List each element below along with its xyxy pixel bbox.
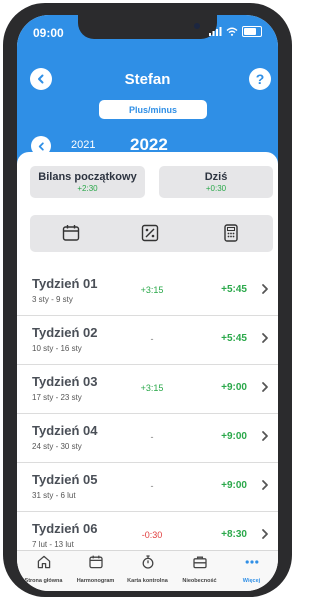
more-icon — [245, 560, 258, 564]
week-dates: 7 lut - 13 lut — [32, 540, 74, 549]
tab-schedule-label: Harmonogram — [76, 578, 115, 584]
tab-timesheet-label: Karta kontrolna — [127, 578, 168, 584]
week-total: +9:00 — [221, 480, 247, 491]
week-dates: 17 sty - 23 sty — [32, 393, 82, 402]
help-label: ? — [255, 71, 265, 87]
week-title: Tydzień 03 — [32, 374, 98, 389]
week-dates: 31 sty - 6 lut — [32, 491, 76, 500]
page-title: Stefan — [124, 71, 171, 88]
week-row[interactable]: Tydzień 06 7 lut - 13 lut -0:30 +8:30 — [17, 511, 278, 550]
today-label: Dziś — [204, 171, 228, 183]
tab-absence-label: Nieobecność — [182, 578, 217, 584]
chevron-right-icon[interactable] — [261, 283, 269, 295]
tab-timesheet[interactable]: Karta kontrolna — [121, 554, 174, 584]
column-icons-bar — [30, 215, 273, 252]
front-camera — [194, 23, 200, 29]
week-title: Tydzień 01 — [32, 276, 98, 291]
help-button[interactable]: ? — [249, 68, 271, 90]
status-time: 09:00 — [33, 26, 64, 40]
tab-more-label: Więcej — [242, 578, 261, 584]
today-card[interactable]: Dziś +0:30 — [159, 166, 273, 198]
tab-more[interactable]: Więcej — [225, 554, 278, 584]
chevron-right-icon[interactable] — [261, 381, 269, 393]
week-row[interactable]: Tydzień 05 31 sty - 6 lut - +9:00 — [17, 462, 278, 512]
week-dates: 3 sty - 9 sty — [32, 295, 73, 304]
percent-icon[interactable] — [140, 223, 160, 243]
tab-home[interactable]: Strona główna — [17, 554, 70, 584]
week-title: Tydzień 02 — [32, 325, 98, 340]
week-title: Tydzień 04 — [32, 423, 98, 438]
stopwatch-icon — [142, 555, 153, 569]
notch — [78, 15, 217, 39]
plus-minus-button[interactable]: Plus/minus — [99, 100, 207, 119]
week-title: Tydzień 05 — [32, 472, 98, 487]
tab-absence[interactable]: Nieobecność — [173, 554, 226, 584]
previous-year-label[interactable]: 2021 — [71, 139, 95, 151]
home-icon — [37, 555, 50, 569]
battery-icon — [242, 26, 262, 37]
opening-balance-value: +2:30 — [77, 184, 98, 193]
status-bar: 09:00 — [17, 15, 278, 45]
week-row[interactable]: Tydzień 01 3 sty - 9 sty +3:15 +5:45 — [17, 266, 278, 316]
opening-balance-card[interactable]: Bilans początkowy +2:30 — [30, 166, 145, 198]
week-dates: 24 sty - 30 sty — [32, 442, 82, 451]
chevron-right-icon[interactable] — [261, 479, 269, 491]
wifi-icon — [226, 27, 238, 36]
opening-balance-label: Bilans początkowy — [38, 171, 137, 183]
week-total: +5:45 — [221, 333, 247, 344]
week-total: +5:45 — [221, 284, 247, 295]
tab-schedule[interactable]: Harmonogram — [69, 554, 122, 584]
calendar-icon — [88, 555, 103, 569]
week-total: +8:30 — [221, 529, 247, 540]
phone-frame: 09:00 Stefan ? Plus/minus 2021 2022 Bila… — [3, 3, 292, 597]
week-dates: 10 sty - 16 sty — [32, 344, 82, 353]
week-row[interactable]: Tydzień 03 17 sty - 23 sty +3:15 +9:00 — [17, 364, 278, 414]
week-row[interactable]: Tydzień 04 24 sty - 30 sty - +9:00 — [17, 413, 278, 463]
calendar-icon[interactable] — [61, 223, 81, 243]
app-screen: 09:00 Stefan ? Plus/minus 2021 2022 Bila… — [17, 15, 278, 591]
chevron-right-icon[interactable] — [261, 528, 269, 540]
week-delta: +3:15 — [140, 383, 164, 393]
chevron-left-icon — [38, 141, 44, 151]
chevron-right-icon[interactable] — [261, 332, 269, 344]
week-delta: -0:30 — [141, 530, 163, 540]
tab-bar: Strona główna Harmonogram Karta kontroln… — [17, 550, 278, 591]
briefcase-icon — [192, 556, 207, 569]
week-delta: +3:15 — [140, 285, 164, 295]
chevron-right-icon[interactable] — [261, 430, 269, 442]
week-row[interactable]: Tydzień 02 10 sty - 16 sty - +5:45 — [17, 315, 278, 365]
week-delta: - — [150, 432, 154, 442]
signal-icon — [209, 27, 222, 36]
week-total: +9:00 — [221, 431, 247, 442]
today-value: +0:30 — [205, 184, 227, 193]
week-total: +9:00 — [221, 382, 247, 393]
week-delta: - — [150, 481, 154, 491]
status-icons — [209, 26, 262, 37]
calculator-icon[interactable] — [221, 223, 241, 243]
week-title: Tydzień 06 — [32, 521, 98, 536]
main-content: Bilans początkowy +2:30 Dziś +0:30 Tydzi… — [17, 152, 278, 550]
week-delta: - — [150, 334, 154, 344]
tab-home-label: Strona główna — [24, 578, 63, 584]
